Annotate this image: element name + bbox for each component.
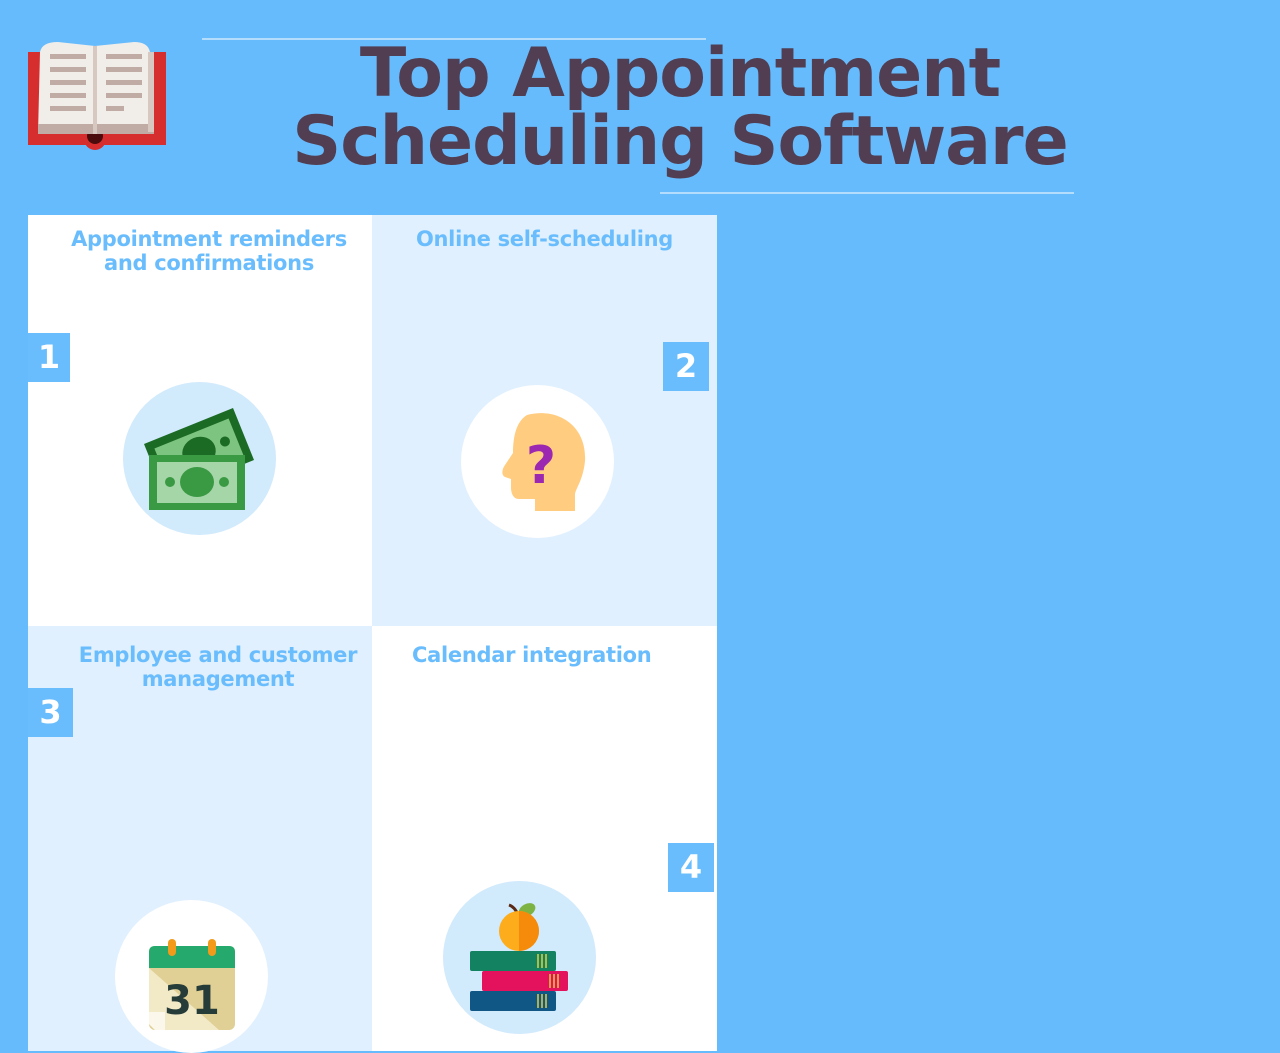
features-grid: Appointment reminders and confirmations … [28,215,717,1053]
feature-number-badge: 2 [663,342,709,391]
feature-tile-1: Appointment reminders and confirmations … [28,215,372,626]
feature-tile-2: Online self-scheduling 2 ? [372,215,717,626]
feature-title-line-1: Calendar integration [412,643,652,667]
calendar-icon: 31 [115,900,268,1053]
feature-title: Employee and customer management [58,643,378,691]
feature-title-line-1: Appointment reminders [71,227,347,251]
feature-title: Calendar integration [392,643,702,667]
title-line-2: Scheduling Software [292,102,1068,181]
feature-title-line-2: management [141,667,295,691]
feature-title: Online self-scheduling [392,227,697,251]
open-book-icon [28,42,166,154]
feature-title-line-1: Online self-scheduling [415,227,674,251]
feature-title: Appointment reminders and confirmations [48,227,370,275]
feature-tile-4: Calendar integration 4 [372,626,717,1051]
feature-tile-3: Employee and customer management 3 31 [28,626,372,1053]
feature-title-line-1: Employee and customer [78,643,358,667]
feature-number-badge: 3 [28,688,73,737]
feature-number-badge: 1 [28,333,70,382]
title-rule-bottom [660,192,1074,194]
feature-title-line-2: and confirmations [103,251,315,275]
page-title: Top Appointment Scheduling Software [200,40,1160,176]
svg-text:?: ? [526,436,556,496]
head-question-icon: ? [461,385,614,538]
feature-number-badge: 4 [668,843,714,892]
money-bills-icon [123,382,276,535]
title-line-1: Top Appointment [359,34,1001,113]
calendar-day-number: 31 [164,978,220,1024]
books-apple-icon [443,881,596,1034]
